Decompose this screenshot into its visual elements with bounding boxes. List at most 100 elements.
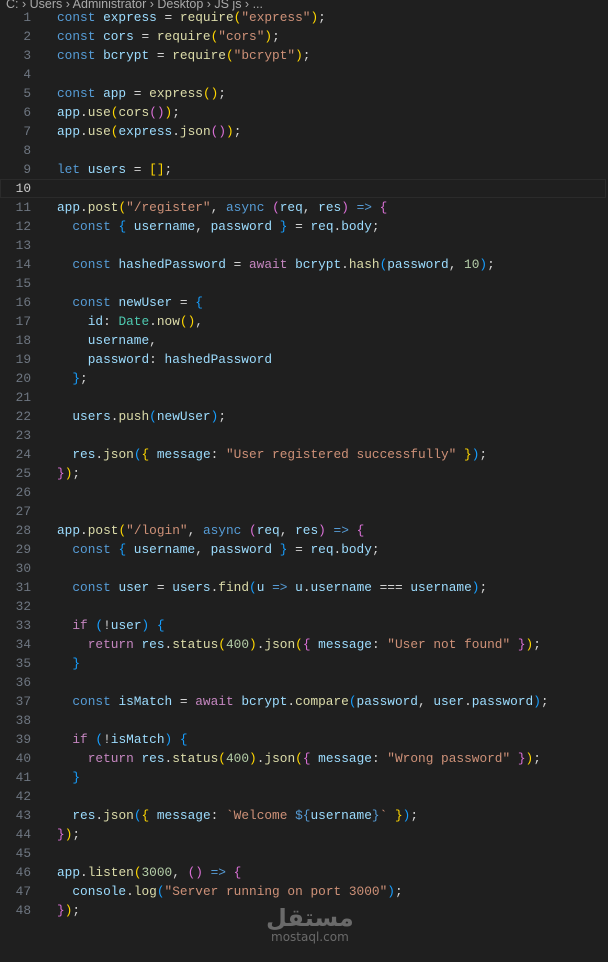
code-line[interactable]: 12 const { username, password } = req.bo… [0, 217, 608, 236]
code-line[interactable]: 46 app.listen(3000, () => { [0, 863, 608, 882]
code-token: } [57, 466, 65, 481]
code-line[interactable]: 9 let users = []; [0, 160, 608, 179]
code-line[interactable]: 35 } [0, 654, 608, 673]
code-token: ( [133, 865, 142, 880]
code-line[interactable]: 43 res.json({ message: `Welcome ${userna… [0, 806, 608, 825]
code-token: "User not found" [387, 637, 511, 652]
code-token: ) [249, 637, 257, 652]
code-line[interactable]: 28 app.post("/login", async (req, res) =>… [0, 521, 608, 540]
code-line[interactable]: 41 } [0, 768, 608, 787]
code-token: = [287, 219, 311, 234]
code-line[interactable]: 21 [0, 388, 608, 407]
code-line[interactable]: 44}); [0, 825, 608, 844]
code-token: , [195, 219, 211, 234]
code-line[interactable]: 4 [0, 65, 608, 84]
code-token: json [103, 808, 134, 823]
code-line[interactable]: 6 app.use(cors()); [0, 103, 608, 122]
code-token: user [110, 618, 142, 633]
code-token: ; [318, 10, 326, 25]
code-line[interactable]: 40 return res.status(400).json({ message… [0, 749, 608, 768]
code-token: () [179, 314, 196, 329]
code-line[interactable]: 42 [0, 787, 608, 806]
code-token: const [72, 580, 119, 595]
code-token: } [387, 808, 403, 823]
code-line[interactable]: 39 if (!isMatch) { [0, 730, 608, 749]
code-line[interactable]: 22 users.push(newUser); [0, 407, 608, 426]
code-token: = [126, 162, 150, 177]
code-token: "User registered successfully" [225, 447, 457, 462]
line-number: 27 [15, 504, 31, 519]
code-token: password [210, 219, 280, 234]
code-token: ) [341, 200, 349, 215]
code-line[interactable]: 31 const user = users.find(u => u.userna… [0, 578, 608, 597]
code-editor[interactable]: 1 const express = require("express"); 2 con… [0, 8, 608, 920]
code-token: status [172, 751, 219, 766]
code-line[interactable]: 24 res.json({ message: "User registered … [0, 445, 608, 464]
code-line[interactable]: 2 const cors = require("cors"); [0, 27, 608, 46]
code-token: ) [533, 694, 541, 709]
code-token: ( [272, 200, 280, 215]
code-token: users [172, 580, 211, 595]
code-line[interactable]: 19 password: hashedPassword [0, 350, 608, 369]
code-token: === [371, 580, 411, 595]
code-text: app.use(express.json()); [57, 122, 241, 141]
code-line[interactable]: 10 [0, 179, 606, 198]
code-line[interactable]: 8 [0, 141, 608, 160]
code-line[interactable]: 14 const hashedPassword = await bcrypt.h… [0, 255, 608, 274]
code-line[interactable]: 18 username, [0, 331, 608, 350]
code-line[interactable]: 23 [0, 426, 608, 445]
code-line[interactable]: 36 [0, 673, 608, 692]
code-line[interactable]: 47 console.log("Server running on port 3… [0, 882, 608, 901]
code-token: 400 [225, 637, 250, 652]
code-token: => [264, 580, 288, 595]
code-line[interactable]: 16 const newUser = { [0, 293, 608, 312]
code-line[interactable]: 7 app.use(express.json()); [0, 122, 608, 141]
code-token: . [80, 523, 88, 538]
code-token: } [57, 827, 65, 842]
code-token: . [341, 257, 349, 272]
code-line[interactable]: 20 }; [0, 369, 608, 388]
code-line[interactable]: 3 const bcrypt = require("bcrypt"); [0, 46, 608, 65]
code-line[interactable]: 30 [0, 559, 608, 578]
code-line[interactable]: 29 const { username, password } = req.bo… [0, 540, 608, 559]
code-line[interactable]: 33 if (!user) { [0, 616, 608, 635]
code-line[interactable]: 25}); [0, 464, 608, 483]
code-text: return res.status(400).json({ message: "… [57, 635, 541, 654]
code-line[interactable]: 15 [0, 274, 608, 293]
code-token: now [156, 314, 180, 329]
code-line[interactable]: 13 [0, 236, 608, 255]
code-token: use [87, 124, 111, 139]
code-token: ${ [295, 808, 311, 823]
code-token: u [295, 580, 303, 595]
code-text: if (!user) { [57, 616, 164, 635]
code-line[interactable]: 37 const isMatch = await bcrypt.compare(… [0, 692, 608, 711]
code-token: express [103, 10, 157, 25]
line-number: 39 [15, 732, 31, 747]
code-line[interactable]: 5 const app = express(); [0, 84, 608, 103]
line-number: 5 [23, 86, 31, 101]
code-line[interactable]: 34 return res.status(400).json({ message… [0, 635, 608, 654]
code-line[interactable]: 1 const express = require("express"); [0, 8, 608, 27]
code-line[interactable]: 17 id: Date.now(), [0, 312, 608, 331]
code-token: ; [172, 105, 180, 120]
code-token: Date [118, 314, 150, 329]
code-line[interactable]: 45 [0, 844, 608, 863]
code-line[interactable]: 11 app.post("/register", async (req, res)… [0, 198, 608, 217]
code-token: = [149, 48, 173, 63]
code-text: if (!isMatch) { [57, 730, 187, 749]
code-line[interactable]: 32 [0, 597, 608, 616]
code-line[interactable]: 26 [0, 483, 608, 502]
code-token: "/login" [126, 523, 188, 538]
line-number: 32 [15, 599, 31, 614]
code-token: cors [103, 29, 134, 44]
code-token: ; [487, 257, 495, 272]
code-line[interactable]: 38 [0, 711, 608, 730]
code-line[interactable]: 27 [0, 502, 608, 521]
code-token: `Welcome [225, 808, 296, 823]
code-token: } [72, 770, 81, 785]
code-token: app [57, 200, 81, 215]
